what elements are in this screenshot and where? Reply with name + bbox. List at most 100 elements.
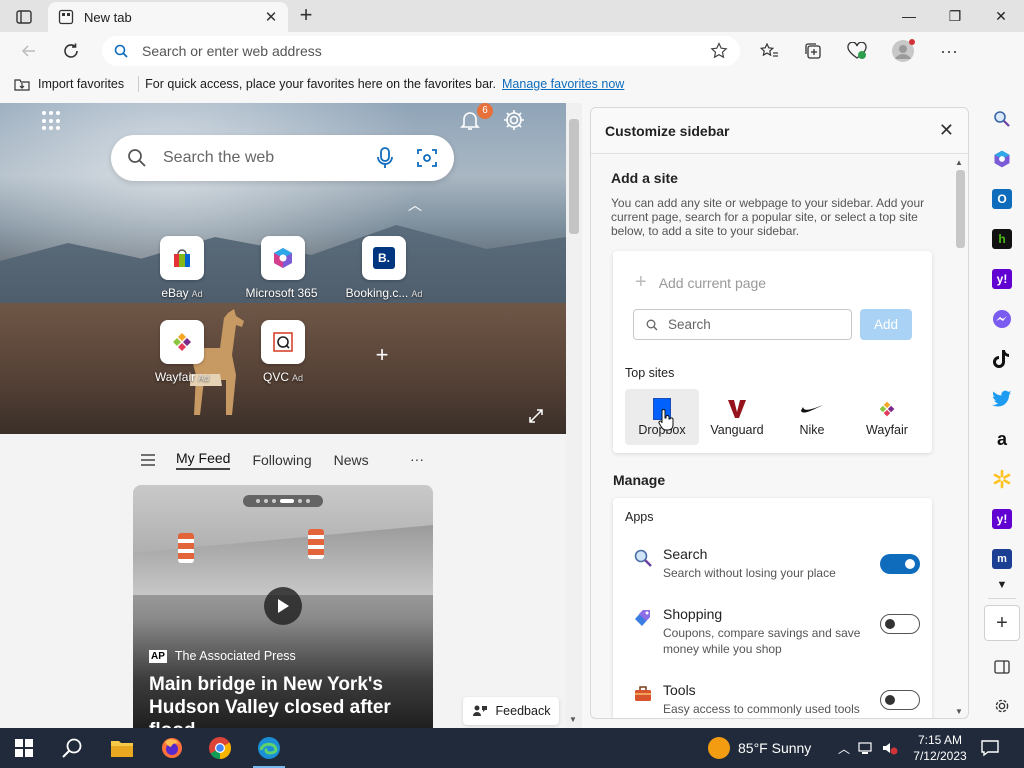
chrome-icon[interactable] xyxy=(196,728,244,768)
clock[interactable]: 7:15 AM 7/12/2023 xyxy=(908,732,972,764)
visual-search-icon[interactable] xyxy=(416,148,438,168)
tab-strip: New tab ✕ + — ❐ ✕ xyxy=(0,0,1024,32)
news-card[interactable]: AP The Associated Press Main bridge in N… xyxy=(133,485,433,728)
web-search-box[interactable]: Search the web xyxy=(111,135,454,181)
ebay-icon xyxy=(160,236,204,280)
sidebar-messenger-icon[interactable] xyxy=(987,304,1017,334)
page-settings-gear-icon[interactable] xyxy=(502,108,526,132)
start-button[interactable] xyxy=(0,728,48,768)
back-button[interactable] xyxy=(14,36,44,66)
close-window-button[interactable]: ✕ xyxy=(978,0,1024,32)
edge-icon[interactable] xyxy=(245,728,293,768)
sun-icon xyxy=(708,737,730,759)
sidebar-tiktok-icon[interactable] xyxy=(987,344,1017,374)
network-icon[interactable] xyxy=(858,741,874,755)
volume-muted-icon[interactable] xyxy=(882,741,898,755)
collapse-chevron-icon[interactable]: ︿ xyxy=(408,195,422,215)
favorites-icon[interactable] xyxy=(754,36,784,66)
sidebar-yahoo-icon[interactable]: y! xyxy=(987,264,1017,294)
sidebar-search-icon[interactable] xyxy=(987,104,1017,134)
top-site-wayfair[interactable]: Wayfair xyxy=(850,389,924,445)
quick-link-qvc[interactable]: QVC Ad xyxy=(233,320,333,384)
taskbar-search-icon[interactable] xyxy=(48,728,96,768)
top-site-nike[interactable]: Nike xyxy=(775,389,849,445)
panel-scrollbar[interactable]: ▲ ▼ xyxy=(953,156,967,718)
address-input[interactable]: Search or enter web address xyxy=(142,43,710,59)
source-name: The Associated Press xyxy=(174,649,296,663)
news-headline[interactable]: Main bridge in New York's Hudson Valley … xyxy=(149,673,419,728)
sidebar-add-button[interactable]: + xyxy=(984,605,1020,641)
shopping-toggle[interactable] xyxy=(880,614,920,634)
site-search-input[interactable]: Search xyxy=(633,309,852,340)
feed-more-icon[interactable]: ··· xyxy=(410,451,424,467)
scroll-down-arrow-icon[interactable]: ▼ xyxy=(569,715,577,724)
scrollbar-thumb[interactable] xyxy=(569,119,579,234)
more-menu-icon[interactable]: ··· xyxy=(934,36,964,66)
microphone-icon[interactable] xyxy=(376,147,394,169)
page-scrollbar[interactable]: ▼ xyxy=(566,103,582,728)
tab-following[interactable]: Following xyxy=(252,452,311,468)
quick-link-booking[interactable]: B. Booking.c... Ad xyxy=(334,236,434,300)
sidebar-outlook-icon[interactable]: O xyxy=(987,184,1017,214)
notification-center-icon[interactable] xyxy=(980,738,1000,758)
new-tab-button[interactable]: + xyxy=(294,4,318,28)
quick-link-microsoft365[interactable]: Microsoft 365 xyxy=(233,236,333,300)
add-site-section: Add a site You can add any site or webpa… xyxy=(611,170,931,238)
address-bar[interactable]: Search or enter web address xyxy=(102,36,740,66)
feedback-button[interactable]: Feedback xyxy=(463,697,559,725)
carousel-dots[interactable] xyxy=(243,495,323,507)
top-site-vanguard[interactable]: Vanguard xyxy=(700,389,774,445)
tab-news[interactable]: News xyxy=(334,452,369,468)
tab-actions-icon[interactable] xyxy=(10,6,38,28)
sidebar-twitter-icon[interactable] xyxy=(987,384,1017,414)
firefox-icon[interactable] xyxy=(148,728,196,768)
ad-label: Ad xyxy=(292,373,304,383)
favorite-star-icon[interactable] xyxy=(710,42,728,60)
expand-background-icon[interactable] xyxy=(528,408,544,424)
sidebar-houzz-icon[interactable]: h xyxy=(987,224,1017,254)
sidebar-walmart-icon[interactable] xyxy=(987,464,1017,494)
sidebar-copilot-icon[interactable] xyxy=(987,144,1017,174)
tools-toggle[interactable] xyxy=(880,690,920,710)
web-search-input[interactable]: Search the web xyxy=(163,149,376,167)
tab-my-feed[interactable]: My Feed xyxy=(176,450,231,470)
quick-link-ebay[interactable]: eBay Ad xyxy=(132,236,232,300)
scroll-down-arrow-icon[interactable]: ▼ xyxy=(955,707,963,716)
apps-launcher-icon[interactable] xyxy=(42,111,62,131)
search-icon xyxy=(646,319,658,330)
system-tray: ︿ xyxy=(838,728,898,768)
sidebar-settings-gear-icon[interactable] xyxy=(987,691,1017,721)
hide-sidebar-icon[interactable] xyxy=(987,652,1017,682)
collections-icon[interactable] xyxy=(798,36,828,66)
tab-close-icon[interactable]: ✕ xyxy=(264,8,278,26)
search-icon xyxy=(128,149,146,167)
add-current-page-button[interactable]: + Add current page xyxy=(635,271,766,294)
profile-avatar[interactable] xyxy=(888,36,918,66)
play-video-icon[interactable] xyxy=(264,587,302,625)
add-site-button[interactable]: Add xyxy=(860,309,912,340)
minimize-button[interactable]: — xyxy=(886,0,932,32)
file-explorer-icon[interactable] xyxy=(98,728,146,768)
sidebar-amazon-icon[interactable]: a xyxy=(987,424,1017,454)
browser-essentials-icon[interactable] xyxy=(842,36,872,66)
scroll-up-arrow-icon[interactable]: ▲ xyxy=(955,158,963,167)
quick-link-wayfair[interactable]: Wayfair Ad xyxy=(132,320,232,384)
manage-apps-card: Apps Search Search without losing your p… xyxy=(613,498,932,718)
browser-tab[interactable]: New tab ✕ xyxy=(48,2,288,32)
refresh-button[interactable] xyxy=(56,36,86,66)
scrollbar-thumb[interactable] xyxy=(956,170,965,248)
import-favorites-button[interactable]: Import favorites xyxy=(14,77,124,91)
top-site-dropbox[interactable]: Dropbox xyxy=(625,389,699,445)
tray-chevron-icon[interactable]: ︿ xyxy=(838,740,850,757)
panel-close-icon[interactable]: ✕ xyxy=(939,120,954,141)
favorites-hint: For quick access, place your favorites h… xyxy=(145,77,497,91)
sidebar-yahoo-icon[interactable]: y! xyxy=(987,504,1017,534)
weather-widget[interactable]: 85°F Sunny xyxy=(708,728,811,768)
sidebar-more-chevron-icon[interactable]: ▼ xyxy=(987,570,1017,600)
search-toggle[interactable] xyxy=(880,554,920,574)
quick-link-label: Microsoft 365 xyxy=(245,286,318,300)
feed-menu-icon[interactable] xyxy=(140,453,156,467)
restore-button[interactable]: ❐ xyxy=(932,0,978,32)
manage-favorites-link[interactable]: Manage favorites now xyxy=(502,77,624,91)
add-shortcut-icon[interactable]: + xyxy=(370,343,394,367)
